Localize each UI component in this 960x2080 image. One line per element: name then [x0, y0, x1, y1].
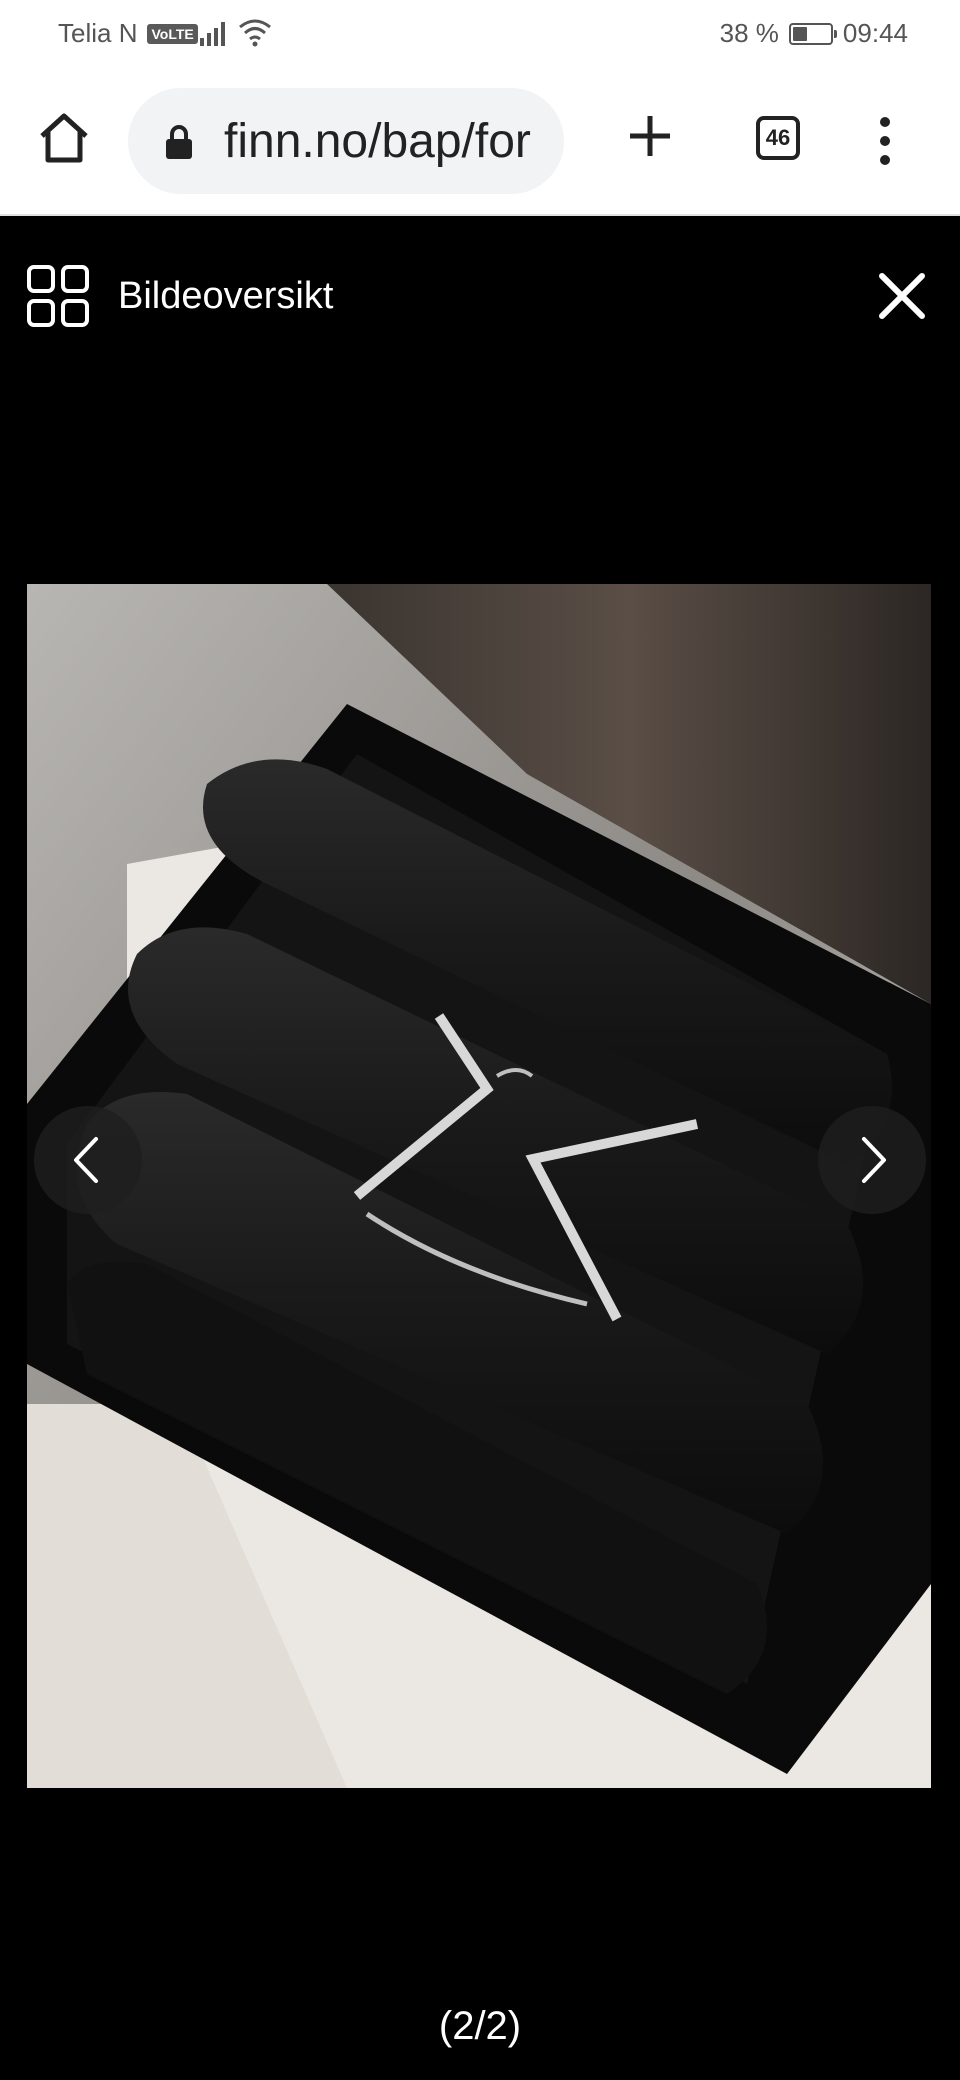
ring-box-image: [27, 584, 931, 1788]
battery-icon: [788, 22, 837, 45]
status-bar: Telia N VoLTE 38 % 09:44: [0, 0, 960, 66]
product-photo[interactable]: [27, 584, 931, 1788]
gallery-header: Bildeoversikt: [0, 218, 960, 368]
address-bar[interactable]: finn.no/bap/for: [128, 88, 564, 194]
clock: 09:44: [842, 18, 908, 48]
chevron-left-icon: [74, 1137, 98, 1183]
image-overview-button[interactable]: Bildeoversikt: [26, 264, 333, 328]
chevron-right-icon: [862, 1137, 886, 1183]
battery-percent: 38 %: [719, 18, 779, 48]
home-icon[interactable]: [36, 110, 92, 166]
lock-icon: [166, 125, 192, 159]
volte-badge: VoLTE: [147, 23, 198, 44]
battery-level: [792, 26, 807, 41]
signal-icon: [200, 22, 225, 46]
next-image-button[interactable]: [818, 1106, 926, 1214]
tab-switcher-button[interactable]: 46: [756, 116, 800, 160]
carrier-info: Telia N VoLTE: [58, 18, 198, 49]
battery-time: 38 % 09:44: [720, 18, 908, 49]
overview-label: Bildeoversikt: [118, 274, 334, 317]
image-counter: (2/2): [438, 2004, 522, 2048]
carrier-name: Telia N: [58, 18, 138, 48]
url-text[interactable]: finn.no/bap/for: [224, 114, 531, 169]
plus-icon[interactable]: [626, 112, 674, 160]
previous-image-button[interactable]: [34, 1106, 142, 1214]
more-vert-icon[interactable]: [874, 116, 896, 166]
close-icon[interactable]: [876, 270, 928, 322]
tab-count: 46: [765, 125, 791, 150]
browser-toolbar: finn.no/bap/for 46: [0, 66, 960, 216]
grid-icon: [27, 265, 89, 327]
wifi-icon: [239, 19, 271, 47]
